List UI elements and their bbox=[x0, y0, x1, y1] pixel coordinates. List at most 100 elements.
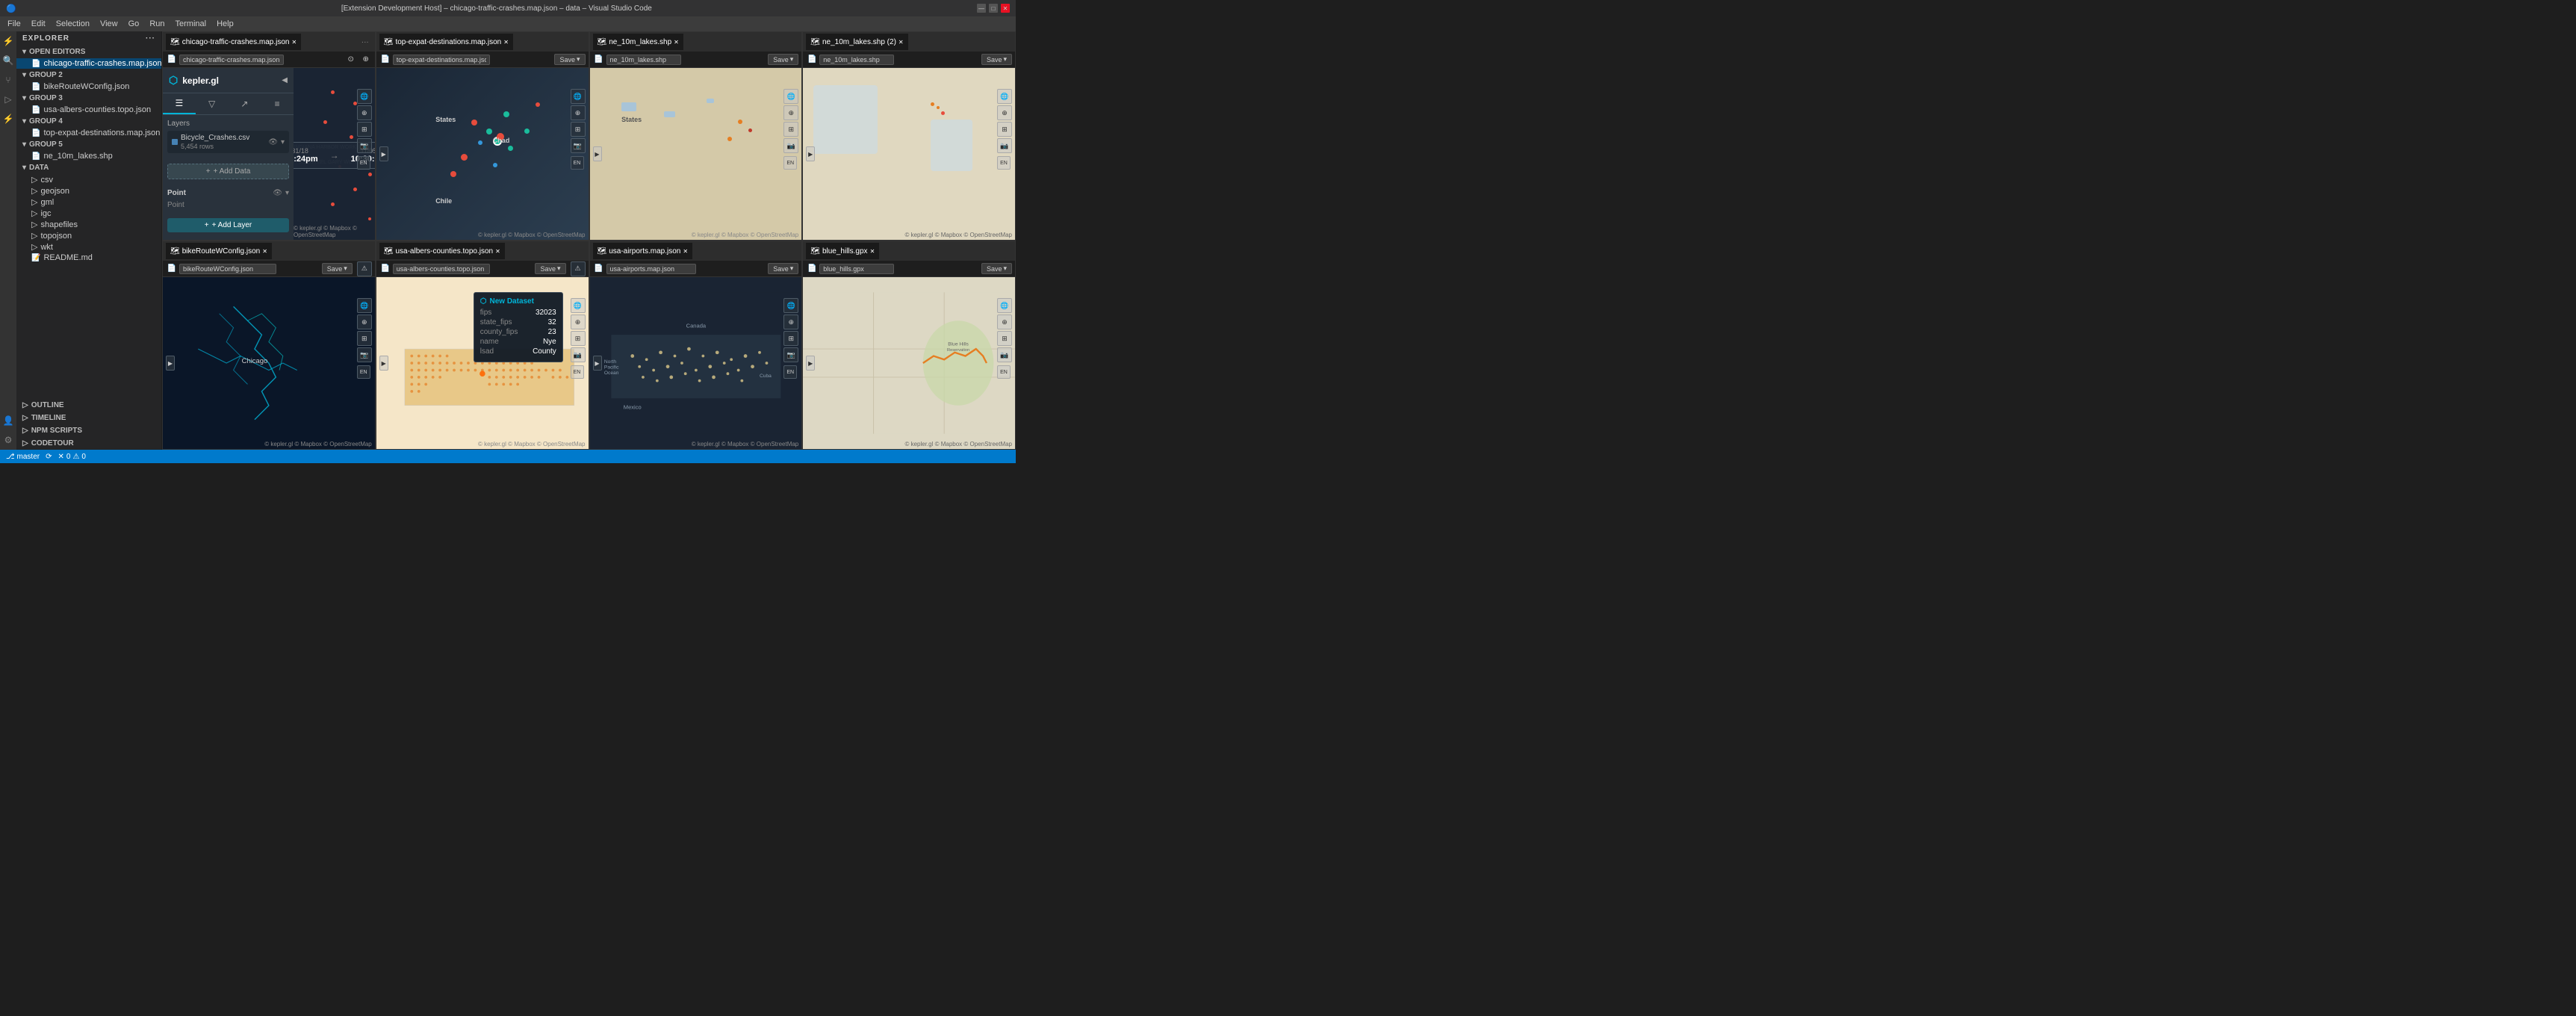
kepler-nav-map[interactable]: ≡ bbox=[261, 93, 294, 114]
kepler-nav-interactions[interactable]: ↗ bbox=[229, 93, 261, 114]
toolbar-split-lakes2[interactable]: 📄 bbox=[806, 54, 818, 66]
menu-terminal[interactable]: Terminal bbox=[171, 18, 211, 30]
tab-airports[interactable]: 🗺 usa-airports.map.json ✕ bbox=[593, 243, 693, 259]
en-badge-usa[interactable]: EN bbox=[571, 365, 584, 379]
sidebar-section-group3[interactable]: ▾GROUP 3 bbox=[16, 92, 161, 105]
en-badge[interactable]: EN bbox=[357, 156, 370, 170]
tool-grid-expat[interactable]: ⊞ bbox=[571, 122, 586, 137]
sidebar-section-outline[interactable]: ▷OUTLINE bbox=[16, 399, 161, 412]
add-layer-button[interactable]: + + Add Layer bbox=[167, 218, 289, 232]
sidebar-more-icon[interactable]: ··· bbox=[146, 34, 155, 43]
point-visibility-icon[interactable]: 👁 bbox=[273, 189, 282, 197]
sidebar-section-group5[interactable]: ▾GROUP 5 bbox=[16, 138, 161, 151]
toolbar-split-airports[interactable]: 📄 bbox=[593, 263, 605, 275]
tool-globe-bike[interactable]: 🌐 bbox=[357, 298, 372, 313]
tab-close-lakes-2[interactable]: ✕ bbox=[899, 39, 904, 46]
sidebar-item-geojson[interactable]: ▷ geojson bbox=[16, 185, 161, 196]
menu-edit[interactable]: Edit bbox=[27, 18, 50, 30]
airports-expand-arrow[interactable]: ▶ bbox=[593, 356, 602, 371]
sidebar-section-codetour[interactable]: ▷CODETOUR bbox=[16, 437, 161, 450]
save-lakes2-button[interactable]: Save ▾ bbox=[981, 54, 1012, 65]
status-errors[interactable]: ✕ 0 ⚠ 0 bbox=[58, 453, 85, 461]
sidebar-section-group4[interactable]: ▾GROUP 4 bbox=[16, 115, 161, 128]
tool-grid-usa[interactable]: ⊞ bbox=[571, 331, 586, 346]
tool-compass-expat[interactable]: ⊕ bbox=[571, 105, 586, 120]
tab-lakes[interactable]: 🗺 ne_10m_lakes.shp ✕ bbox=[593, 34, 683, 50]
breadcrumb-blue-hills[interactable] bbox=[819, 264, 894, 274]
usa-warning-icon[interactable]: ⚠ bbox=[571, 261, 586, 276]
bike-warning-icon[interactable]: ⚠ bbox=[357, 261, 372, 276]
sidebar-item-expat[interactable]: 📄 top-expat-destinations.map.json bbox=[16, 128, 161, 138]
usa-expand-arrow[interactable]: ▶ bbox=[379, 356, 388, 371]
activity-search-icon[interactable]: 🔍 bbox=[1, 54, 15, 67]
activity-git-icon[interactable]: ⑂ bbox=[1, 73, 15, 87]
breadcrumb-usa[interactable] bbox=[393, 264, 490, 274]
tab-close-airports[interactable]: ✕ bbox=[683, 248, 688, 255]
close-button[interactable]: ✕ bbox=[1001, 4, 1010, 13]
tool-globe-usa[interactable]: 🌐 bbox=[571, 298, 586, 313]
tool-camera-icon[interactable]: 📷 bbox=[357, 138, 372, 153]
tool-globe-icon[interactable]: 🌐 bbox=[357, 89, 372, 104]
tool-grid-lakes2[interactable]: ⊞ bbox=[997, 122, 1012, 137]
lakes2-expand-arrow[interactable]: ▶ bbox=[806, 146, 815, 161]
status-sync[interactable]: ⟳ bbox=[46, 453, 52, 461]
kepler-nav-filters[interactable]: ▽ bbox=[196, 93, 229, 114]
activity-explorer-icon[interactable]: ⚡ bbox=[1, 34, 15, 48]
sidebar-item-usa-albers[interactable]: 📄 usa-albers-counties.topo.json bbox=[16, 105, 161, 115]
tool-compass-bike[interactable]: ⊕ bbox=[357, 315, 372, 329]
minimize-button[interactable]: — bbox=[977, 4, 986, 13]
toolbar-split-usa[interactable]: 📄 bbox=[379, 263, 391, 275]
sidebar-item-readme[interactable]: 📝 README.md bbox=[16, 253, 161, 263]
tool-grid-icon[interactable]: ⊞ bbox=[357, 122, 372, 137]
save-expat-button[interactable]: Save ▾ bbox=[554, 54, 585, 65]
breadcrumb-expat[interactable] bbox=[393, 55, 490, 65]
sidebar-section-open-editors[interactable]: ▾OPEN EDITORS bbox=[16, 46, 161, 58]
tool-grid-bike[interactable]: ⊞ bbox=[357, 331, 372, 346]
breadcrumb-airports[interactable] bbox=[606, 264, 696, 274]
tab-close-lakes[interactable]: ✕ bbox=[674, 39, 679, 46]
tool-globe-airports[interactable]: 🌐 bbox=[783, 298, 798, 313]
tool-globe-lakes2[interactable]: 🌐 bbox=[997, 89, 1012, 104]
tab-bike[interactable]: 🗺 bikeRouteWConfig.json ✕ bbox=[166, 243, 272, 259]
tool-camera-bike[interactable]: 📷 bbox=[357, 347, 372, 362]
activity-account-icon[interactable]: 👤 bbox=[1, 414, 15, 427]
en-badge-expat[interactable]: EN bbox=[571, 156, 584, 170]
menu-view[interactable]: View bbox=[96, 18, 122, 30]
toolbar-split-icon[interactable]: 📄 bbox=[166, 54, 178, 66]
sidebar-item-gml[interactable]: ▷ gml bbox=[16, 196, 161, 208]
tab-usa-albers[interactable]: 🗺 usa-albers-counties.topo.json ✕ bbox=[379, 243, 505, 259]
tool-compass-lakes2[interactable]: ⊕ bbox=[997, 105, 1012, 120]
layer-options-icon[interactable]: ▾ bbox=[281, 138, 285, 146]
tool-compass-lakes[interactable]: ⊕ bbox=[783, 105, 798, 120]
tool-globe-lakes[interactable]: 🌐 bbox=[783, 89, 798, 104]
tool-camera-usa[interactable]: 📷 bbox=[571, 347, 586, 362]
sidebar-item-bike-route[interactable]: 📄 bikeRouteWConfig.json bbox=[16, 81, 161, 92]
breadcrumb-lakes[interactable] bbox=[606, 55, 681, 65]
en-badge-airports[interactable]: EN bbox=[783, 365, 797, 379]
breadcrumb-input[interactable] bbox=[179, 55, 284, 65]
toolbar-icon-2[interactable]: ⊕ bbox=[360, 54, 372, 66]
tool-compass-icon[interactable]: ⊕ bbox=[357, 105, 372, 120]
toolbar-split-expat[interactable]: 📄 bbox=[379, 54, 391, 66]
sidebar-item-wkt[interactable]: ▷ wkt bbox=[16, 241, 161, 253]
toolbar-split-lakes[interactable]: 📄 bbox=[593, 54, 605, 66]
menu-help[interactable]: Help bbox=[212, 18, 238, 30]
save-bike-button[interactable]: Save ▾ bbox=[322, 263, 353, 274]
tool-camera-lakes2[interactable]: 📷 bbox=[997, 138, 1012, 153]
tool-compass-usa[interactable]: ⊕ bbox=[571, 315, 586, 329]
sidebar-item-topojson[interactable]: ▷ topojson bbox=[16, 230, 161, 241]
layer-visibility-icon[interactable]: 👁 bbox=[268, 138, 278, 146]
activity-debug-icon[interactable]: ▷ bbox=[1, 93, 15, 106]
bike-expand-arrow[interactable]: ▶ bbox=[166, 356, 175, 371]
tool-camera-lakes[interactable]: 📷 bbox=[783, 138, 798, 153]
tab-chicago-crashes[interactable]: 🗺 chicago-traffic-crashes.map.json ✕ bbox=[166, 34, 301, 50]
tool-grid-lakes[interactable]: ⊞ bbox=[783, 122, 798, 137]
tab-close-icon[interactable]: ✕ bbox=[291, 39, 297, 46]
lakes-expand-arrow[interactable]: ▶ bbox=[593, 146, 602, 161]
tab-expat[interactable]: 🗺 top-expat-destinations.map.json ✕ bbox=[379, 34, 513, 50]
tool-globe-expat[interactable]: 🌐 bbox=[571, 89, 586, 104]
save-lakes-button[interactable]: Save ▾ bbox=[768, 54, 798, 65]
tab-close-bike[interactable]: ✕ bbox=[262, 248, 267, 255]
tool-globe-blue-hills[interactable]: 🌐 bbox=[997, 298, 1012, 313]
tool-camera-blue-hills[interactable]: 📷 bbox=[997, 347, 1012, 362]
